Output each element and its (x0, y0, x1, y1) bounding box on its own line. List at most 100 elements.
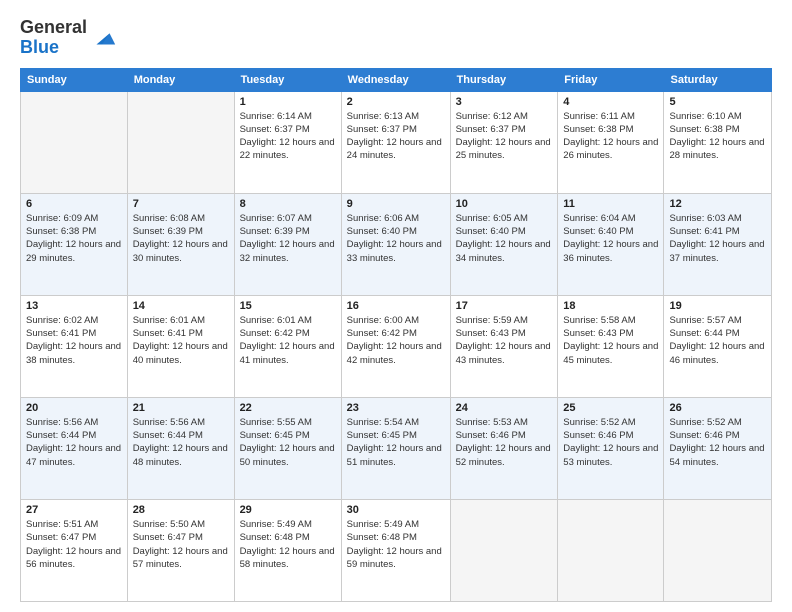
day-info: Sunrise: 6:05 AMSunset: 6:40 PMDaylight:… (456, 212, 553, 265)
day-info: Sunrise: 5:56 AMSunset: 6:44 PMDaylight:… (26, 416, 122, 469)
day-info: Sunrise: 6:03 AMSunset: 6:41 PMDaylight:… (669, 212, 766, 265)
calendar-cell: 4 Sunrise: 6:11 AMSunset: 6:38 PMDaylight… (558, 91, 664, 193)
calendar-cell: 27 Sunrise: 5:51 AMSunset: 6:47 PMDayligh… (21, 499, 128, 601)
day-info: Sunrise: 6:02 AMSunset: 6:41 PMDaylight:… (26, 314, 122, 367)
day-info: Sunrise: 5:49 AMSunset: 6:48 PMDaylight:… (240, 518, 336, 571)
calendar-cell: 18 Sunrise: 5:58 AMSunset: 6:43 PMDayligh… (558, 295, 664, 397)
calendar-cell: 5Sunrise: 6:10 AMSunset: 6:38 PMDaylight… (664, 91, 772, 193)
calendar-cell: 24 Sunrise: 5:53 AMSunset: 6:46 PMDayligh… (450, 397, 558, 499)
calendar-cell: 3 Sunrise: 6:12 AMSunset: 6:37 PMDaylight… (450, 91, 558, 193)
day-info: Sunrise: 5:56 AMSunset: 6:44 PMDaylight:… (133, 416, 229, 469)
calendar-cell: 25 Sunrise: 5:52 AMSunset: 6:46 PMDayligh… (558, 397, 664, 499)
day-info: Sunrise: 5:59 AMSunset: 6:43 PMDaylight:… (456, 314, 553, 367)
day-info: Sunrise: 5:53 AMSunset: 6:46 PMDaylight:… (456, 416, 553, 469)
day-number: 14 (133, 300, 229, 312)
calendar-week-row: 13 Sunrise: 6:02 AMSunset: 6:41 PMDayligh… (21, 295, 772, 397)
day-number: 22 (240, 402, 336, 414)
logo-text: General Blue (20, 18, 87, 58)
logo: General Blue (20, 18, 117, 58)
day-number: 19 (669, 300, 766, 312)
day-number: 15 (240, 300, 336, 312)
calendar-cell: 23 Sunrise: 5:54 AMSunset: 6:45 PMDayligh… (341, 397, 450, 499)
day-number: 7 (133, 198, 229, 210)
day-number: 13 (26, 300, 122, 312)
calendar-cell: 28Sunrise: 5:50 AMSunset: 6:47 PMDayligh… (127, 499, 234, 601)
calendar-week-row: 20 Sunrise: 5:56 AMSunset: 6:44 PMDayligh… (21, 397, 772, 499)
calendar-cell: 11 Sunrise: 6:04 AMSunset: 6:40 PMDayligh… (558, 193, 664, 295)
day-info: Sunrise: 5:51 AMSunset: 6:47 PMDaylight:… (26, 518, 122, 571)
day-info: Sunrise: 5:54 AMSunset: 6:45 PMDaylight:… (347, 416, 445, 469)
calendar-cell: 6 Sunrise: 6:09 AMSunset: 6:38 PMDaylight… (21, 193, 128, 295)
calendar-cell (127, 91, 234, 193)
day-number: 26 (669, 402, 766, 414)
day-info: Sunrise: 6:06 AMSunset: 6:40 PMDaylight:… (347, 212, 445, 265)
day-info: Sunrise: 5:52 AMSunset: 6:46 PMDaylight:… (669, 416, 766, 469)
day-info: Sunrise: 6:09 AMSunset: 6:38 PMDaylight:… (26, 212, 122, 265)
calendar-cell (664, 499, 772, 601)
calendar-week-row: 1Sunrise: 6:14 AMSunset: 6:37 PMDaylight… (21, 91, 772, 193)
day-info: Sunrise: 6:00 AMSunset: 6:42 PMDaylight:… (347, 314, 445, 367)
col-header-sunday: Sunday (21, 68, 128, 91)
day-info: Sunrise: 5:49 AMSunset: 6:48 PMDaylight:… (347, 518, 445, 571)
day-number: 17 (456, 300, 553, 312)
calendar-cell: 17 Sunrise: 5:59 AMSunset: 6:43 PMDayligh… (450, 295, 558, 397)
col-header-thursday: Thursday (450, 68, 558, 91)
logo-icon (89, 24, 117, 52)
calendar-cell: 8Sunrise: 6:07 AMSunset: 6:39 PMDaylight… (234, 193, 341, 295)
calendar-cell (450, 499, 558, 601)
calendar-cell: 13 Sunrise: 6:02 AMSunset: 6:41 PMDayligh… (21, 295, 128, 397)
day-info: Sunrise: 5:58 AMSunset: 6:43 PMDaylight:… (563, 314, 658, 367)
day-number: 27 (26, 504, 122, 516)
day-number: 11 (563, 198, 658, 210)
day-info: Sunrise: 6:12 AMSunset: 6:37 PMDaylight:… (456, 110, 553, 163)
day-info: Sunrise: 6:01 AMSunset: 6:42 PMDaylight:… (240, 314, 336, 367)
calendar-week-row: 6 Sunrise: 6:09 AMSunset: 6:38 PMDaylight… (21, 193, 772, 295)
col-header-saturday: Saturday (664, 68, 772, 91)
day-info: Sunrise: 6:13 AMSunset: 6:37 PMDaylight:… (347, 110, 445, 163)
header: General Blue (20, 18, 772, 58)
day-info: Sunrise: 6:04 AMSunset: 6:40 PMDaylight:… (563, 212, 658, 265)
calendar-header-row: SundayMondayTuesdayWednesdayThursdayFrid… (21, 68, 772, 91)
day-number: 4 (563, 96, 658, 108)
day-number: 24 (456, 402, 553, 414)
day-number: 5 (669, 96, 766, 108)
calendar-cell: 7 Sunrise: 6:08 AMSunset: 6:39 PMDaylight… (127, 193, 234, 295)
calendar-cell: 12 Sunrise: 6:03 AMSunset: 6:41 PMDayligh… (664, 193, 772, 295)
day-number: 20 (26, 402, 122, 414)
calendar-cell: 26 Sunrise: 5:52 AMSunset: 6:46 PMDayligh… (664, 397, 772, 499)
day-number: 10 (456, 198, 553, 210)
day-info: Sunrise: 5:55 AMSunset: 6:45 PMDaylight:… (240, 416, 336, 469)
col-header-tuesday: Tuesday (234, 68, 341, 91)
calendar-cell: 10 Sunrise: 6:05 AMSunset: 6:40 PMDayligh… (450, 193, 558, 295)
day-number: 29 (240, 504, 336, 516)
day-number: 3 (456, 96, 553, 108)
day-number: 16 (347, 300, 445, 312)
day-info: Sunrise: 6:08 AMSunset: 6:39 PMDaylight:… (133, 212, 229, 265)
calendar-cell: 30 Sunrise: 5:49 AMSunset: 6:48 PMDayligh… (341, 499, 450, 601)
day-number: 9 (347, 198, 445, 210)
col-header-friday: Friday (558, 68, 664, 91)
day-number: 12 (669, 198, 766, 210)
page: General Blue SundayMondayTuesdayWednesda… (0, 0, 792, 612)
calendar-cell: 15 Sunrise: 6:01 AMSunset: 6:42 PMDayligh… (234, 295, 341, 397)
day-info: Sunrise: 5:57 AMSunset: 6:44 PMDaylight:… (669, 314, 766, 367)
day-number: 1 (240, 96, 336, 108)
calendar-cell: 14 Sunrise: 6:01 AMSunset: 6:41 PMDayligh… (127, 295, 234, 397)
calendar-cell: 19 Sunrise: 5:57 AMSunset: 6:44 PMDayligh… (664, 295, 772, 397)
day-number: 30 (347, 504, 445, 516)
calendar-cell (21, 91, 128, 193)
day-number: 6 (26, 198, 122, 210)
calendar-cell: 20 Sunrise: 5:56 AMSunset: 6:44 PMDayligh… (21, 397, 128, 499)
day-number: 18 (563, 300, 658, 312)
col-header-monday: Monday (127, 68, 234, 91)
day-number: 25 (563, 402, 658, 414)
day-number: 23 (347, 402, 445, 414)
day-info: Sunrise: 6:11 AMSunset: 6:38 PMDaylight:… (563, 110, 658, 163)
calendar-cell: 29 Sunrise: 5:49 AMSunset: 6:48 PMDayligh… (234, 499, 341, 601)
day-number: 28 (133, 504, 229, 516)
calendar-cell: 21Sunrise: 5:56 AMSunset: 6:44 PMDayligh… (127, 397, 234, 499)
day-info: Sunrise: 5:52 AMSunset: 6:46 PMDaylight:… (563, 416, 658, 469)
day-info: Sunrise: 6:01 AMSunset: 6:41 PMDaylight:… (133, 314, 229, 367)
calendar-table: SundayMondayTuesdayWednesdayThursdayFrid… (20, 68, 772, 602)
calendar-cell: 2Sunrise: 6:13 AMSunset: 6:37 PMDaylight… (341, 91, 450, 193)
